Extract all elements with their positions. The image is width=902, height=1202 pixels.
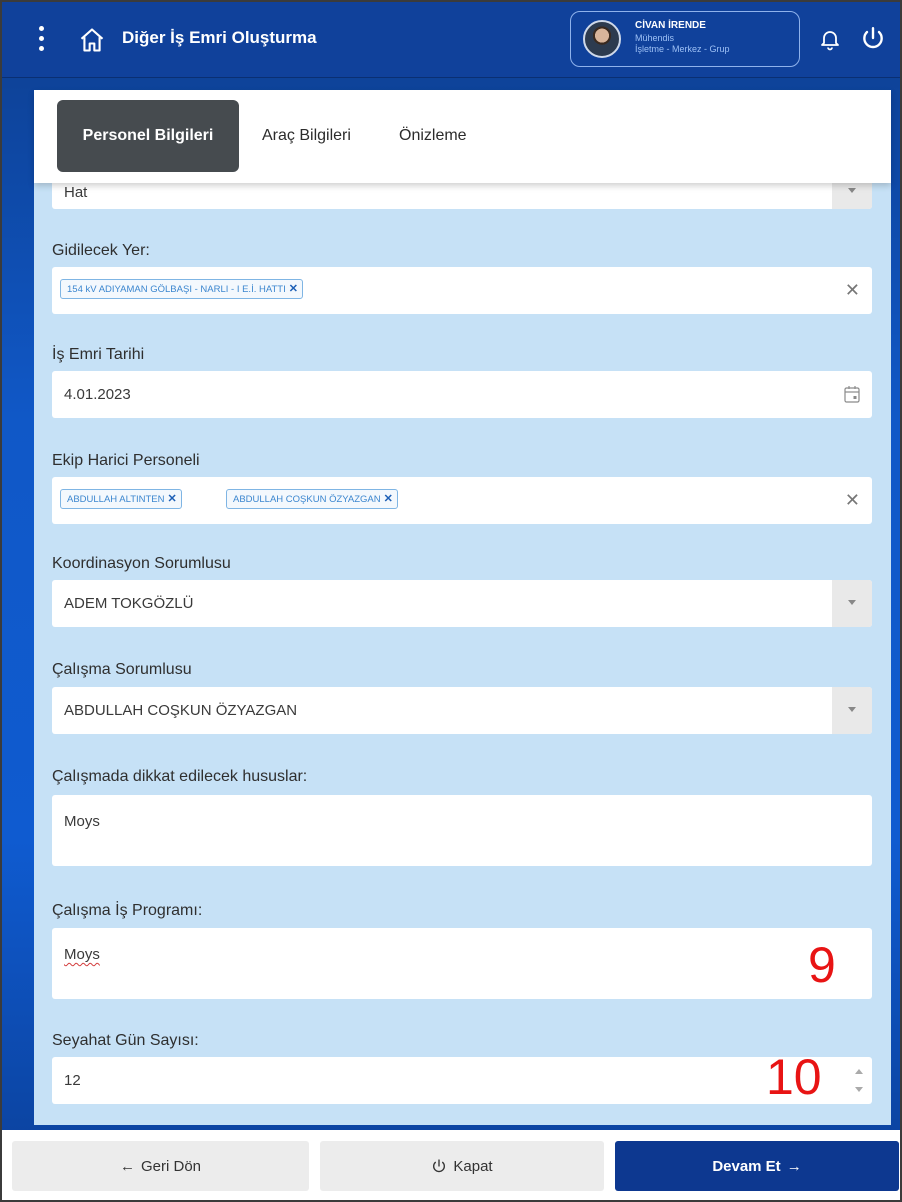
- ekip-harici-multiselect[interactable]: ABDULLAH ALTINTEN ✕ ABDULLAH COŞKUN ÖZYAZ…: [52, 477, 872, 524]
- user-name: CİVAN İRENDE: [635, 20, 706, 31]
- gidilecek-yer-multiselect[interactable]: 154 kV ADIYAMAN GÖLBAŞI - NARLI - I E.İ.…: [52, 267, 872, 314]
- koordinasyon-select[interactable]: ADEM TOKGÖZLÜ: [52, 580, 872, 627]
- tab-bar: Personel Bilgileri Araç Bilgileri Önizle…: [34, 90, 891, 183]
- seyahat-value: 12: [64, 1072, 81, 1089]
- is-emri-tarihi-value: 4.01.2023: [64, 386, 131, 403]
- page-title: Diğer İş Emri Oluşturma: [122, 28, 317, 47]
- bell-icon[interactable]: [818, 26, 842, 52]
- dikkat-value: Moys: [64, 813, 100, 830]
- user-profile[interactable]: CİVAN İRENDE Mühendis İşletme - Merkez -…: [570, 11, 800, 67]
- next-button-label: Devam Et: [712, 1157, 781, 1175]
- clear-icon[interactable]: ✕: [845, 280, 860, 301]
- chip-label: ABDULLAH ALTINTEN: [67, 494, 165, 505]
- is-emri-tarihi-input[interactable]: 4.01.2023: [52, 371, 872, 418]
- clear-icon[interactable]: ✕: [845, 490, 860, 511]
- bottom-action-bar: ← Geri Dön Kapat Devam Et →: [2, 1130, 900, 1200]
- avatar: [583, 20, 621, 58]
- dikkat-label: Çalışmada dikkat edilecek hususlar:: [52, 768, 308, 785]
- hat-select-value: Hat: [64, 184, 88, 201]
- tab-arac-bilgileri[interactable]: Araç Bilgileri: [262, 100, 351, 172]
- annotation-number: 10: [766, 1049, 822, 1105]
- close-button-label: Kapat: [453, 1157, 493, 1175]
- calendar-icon[interactable]: [844, 385, 860, 403]
- close-button[interactable]: Kapat: [320, 1141, 604, 1191]
- calisma-sorumlusu-toggle[interactable]: [832, 687, 872, 734]
- tab-personel-bilgileri[interactable]: Personel Bilgileri: [57, 100, 239, 172]
- koordinasyon-label: Koordinasyon Sorumlusu: [52, 555, 231, 572]
- calisma-sorumlusu-select[interactable]: ABDULLAH COŞKUN ÖZYAZGAN: [52, 687, 872, 734]
- arrow-right-icon: →: [786, 1157, 802, 1175]
- seyahat-number-input[interactable]: 12: [52, 1057, 872, 1104]
- chip-label: ABDULLAH COŞKUN ÖZYAZGAN: [233, 494, 381, 505]
- form-content: Personel Bilgileri Araç Bilgileri Önizle…: [34, 90, 891, 1125]
- is-programi-value: Moys: [64, 946, 100, 963]
- selected-chip: ABDULLAH ALTINTEN ✕: [60, 489, 182, 509]
- arrow-left-icon: ←: [119, 1157, 135, 1175]
- tab-onizleme[interactable]: Önizleme: [399, 100, 467, 172]
- koordinasyon-toggle[interactable]: [832, 580, 872, 627]
- user-unit: İşletme - Merkez - Grup: [635, 44, 730, 54]
- ekip-harici-label: Ekip Harici Personeli: [52, 452, 200, 469]
- chip-label: 154 kV ADIYAMAN GÖLBAŞI - NARLI - I E.İ.…: [67, 284, 286, 295]
- calisma-sorumlusu-label: Çalışma Sorumlusu: [52, 661, 192, 678]
- dikkat-textarea[interactable]: Moys: [52, 795, 872, 866]
- back-button[interactable]: ← Geri Dön: [12, 1141, 309, 1191]
- is-emri-tarihi-label: İş Emri Tarihi: [52, 346, 145, 363]
- chip-remove-icon[interactable]: ✕: [384, 493, 393, 505]
- selected-chip: ABDULLAH COŞKUN ÖZYAZGAN ✕: [226, 489, 398, 509]
- stepper-down-icon[interactable]: [855, 1087, 863, 1092]
- user-role: Mühendis: [635, 33, 675, 43]
- selected-chip: 154 kV ADIYAMAN GÖLBAŞI - NARLI - I E.İ.…: [60, 279, 303, 299]
- power-icon: [433, 1159, 446, 1173]
- top-bar: Diğer İş Emri Oluşturma CİVAN İRENDE Müh…: [2, 2, 900, 78]
- back-button-label: Geri Dön: [140, 1157, 202, 1175]
- menu-kebab-icon[interactable]: [34, 24, 48, 54]
- is-programi-label: Çalışma İş Programı:: [52, 902, 203, 919]
- is-programi-textarea[interactable]: Moys: [52, 928, 872, 999]
- number-stepper[interactable]: [852, 1063, 866, 1099]
- power-icon[interactable]: [860, 25, 886, 51]
- koordinasyon-value: ADEM TOKGÖZLÜ: [64, 595, 194, 612]
- chip-remove-icon[interactable]: ✕: [289, 283, 298, 295]
- chip-remove-icon[interactable]: ✕: [168, 493, 177, 505]
- seyahat-label: Seyahat Gün Sayısı:: [52, 1032, 199, 1049]
- gidilecek-yer-label: Gidilecek Yer:: [52, 242, 150, 259]
- app-frame: Diğer İş Emri Oluşturma CİVAN İRENDE Müh…: [0, 0, 902, 1202]
- next-button[interactable]: Devam Et →: [615, 1141, 899, 1191]
- annotation-number: 9: [808, 937, 836, 993]
- stepper-up-icon[interactable]: [855, 1069, 863, 1074]
- calisma-sorumlusu-value: ABDULLAH COŞKUN ÖZYAZGAN: [64, 702, 298, 719]
- home-icon[interactable]: [78, 26, 106, 54]
